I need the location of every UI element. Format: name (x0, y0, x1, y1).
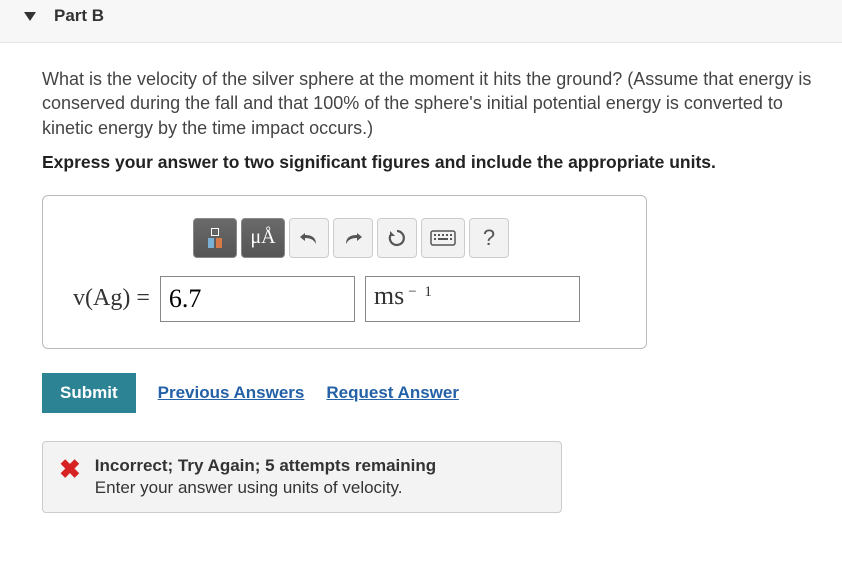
feedback-box: ✖ Incorrect; Try Again; 5 attempts remai… (42, 441, 562, 513)
feedback-title: Incorrect; Try Again; 5 attempts remaini… (95, 456, 436, 476)
undo-icon (299, 230, 319, 246)
units-exponent: − 1 (408, 284, 434, 301)
reset-icon (387, 228, 407, 248)
reset-button[interactable] (377, 218, 417, 258)
units-input[interactable]: ms − 1 (365, 276, 580, 322)
part-title: Part B (54, 6, 104, 26)
special-chars-button[interactable]: μÅ (241, 218, 285, 258)
value-input[interactable] (160, 276, 355, 322)
feedback-text: Incorrect; Try Again; 5 attempts remaini… (95, 456, 436, 498)
variable-label: v(Ag) = (73, 285, 150, 312)
previous-answers-link[interactable]: Previous Answers (158, 383, 305, 403)
answer-row: v(Ag) = ms − 1 (73, 276, 616, 322)
units-base: ms (374, 281, 404, 311)
answer-box: μÅ ? v(Ag) = ms − 1 (42, 195, 647, 349)
templates-button[interactable] (193, 218, 237, 258)
undo-button[interactable] (289, 218, 329, 258)
answer-toolbar: μÅ ? (193, 218, 616, 258)
keyboard-icon (430, 230, 456, 246)
content-area: What is the velocity of the silver spher… (0, 43, 842, 523)
redo-button[interactable] (333, 218, 373, 258)
collapse-icon (24, 12, 36, 21)
templates-icon (208, 228, 222, 248)
submit-row: Submit Previous Answers Request Answer (42, 373, 812, 413)
feedback-message: Enter your answer using units of velocit… (95, 478, 436, 498)
help-icon: ? (483, 225, 495, 251)
request-answer-link[interactable]: Request Answer (326, 383, 459, 403)
keyboard-button[interactable] (421, 218, 465, 258)
incorrect-icon: ✖ (59, 456, 81, 498)
special-chars-label: μÅ (250, 226, 275, 249)
part-header[interactable]: Part B (0, 0, 842, 43)
instruction-text: Express your answer to two significant f… (42, 152, 812, 173)
redo-icon (343, 230, 363, 246)
submit-button[interactable]: Submit (42, 373, 136, 413)
help-button[interactable]: ? (469, 218, 509, 258)
question-text: What is the velocity of the silver spher… (42, 67, 812, 140)
